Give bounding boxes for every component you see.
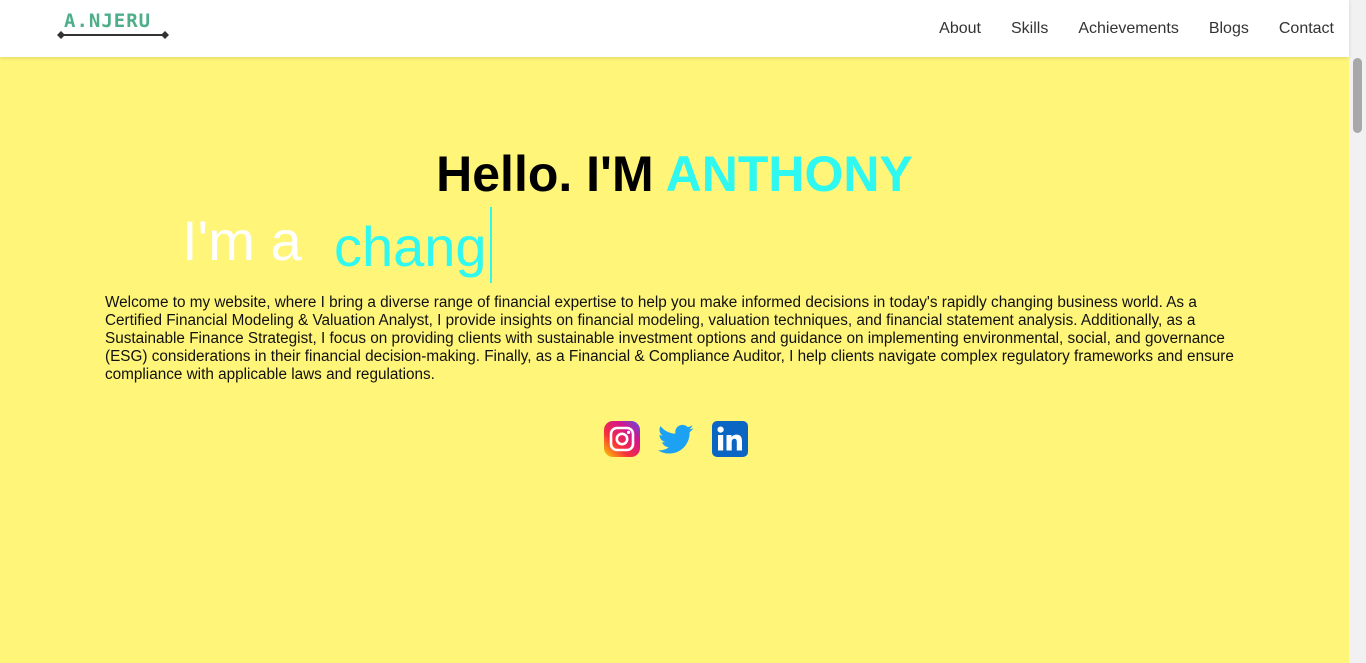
site-logo[interactable]: A.NJERU <box>57 10 169 42</box>
nav-menu: About Skills Achievements Blogs Contact <box>939 0 1334 57</box>
twitter-link[interactable] <box>655 421 697 462</box>
hero-name: ANTHONY <box>665 146 913 202</box>
twitter-icon <box>658 424 694 454</box>
typing-cursor <box>490 207 492 283</box>
nav-link-blogs[interactable]: Blogs <box>1209 20 1249 38</box>
nav-link-about[interactable]: About <box>939 20 981 38</box>
logo-underline-icon <box>57 31 169 39</box>
linkedin-link[interactable] <box>711 420 749 463</box>
social-links <box>603 420 749 463</box>
hero-section: Hello. I'M ANTHONY I'm a chang Welcome t… <box>0 57 1349 663</box>
navbar: A.NJERU About Skills Achievements Blogs … <box>0 0 1349 57</box>
instagram-icon <box>604 421 640 457</box>
intro-paragraph: Welcome to my website, where I bring a d… <box>105 294 1234 383</box>
hero-greeting: Hello. I'M <box>436 146 666 202</box>
hero-title: Hello. I'M ANTHONY <box>0 144 1349 204</box>
nav-link-achievements[interactable]: Achievements <box>1078 20 1179 38</box>
nav-link-contact[interactable]: Contact <box>1279 20 1334 38</box>
nav-link-skills[interactable]: Skills <box>1011 20 1048 38</box>
linkedin-icon <box>712 421 748 457</box>
page-scrollbar[interactable] <box>1349 0 1366 663</box>
typing-word: chang <box>334 215 487 278</box>
typing-prefix: I'm a <box>182 209 302 272</box>
scrollbar-thumb[interactable] <box>1353 58 1362 133</box>
instagram-link[interactable] <box>603 420 641 463</box>
